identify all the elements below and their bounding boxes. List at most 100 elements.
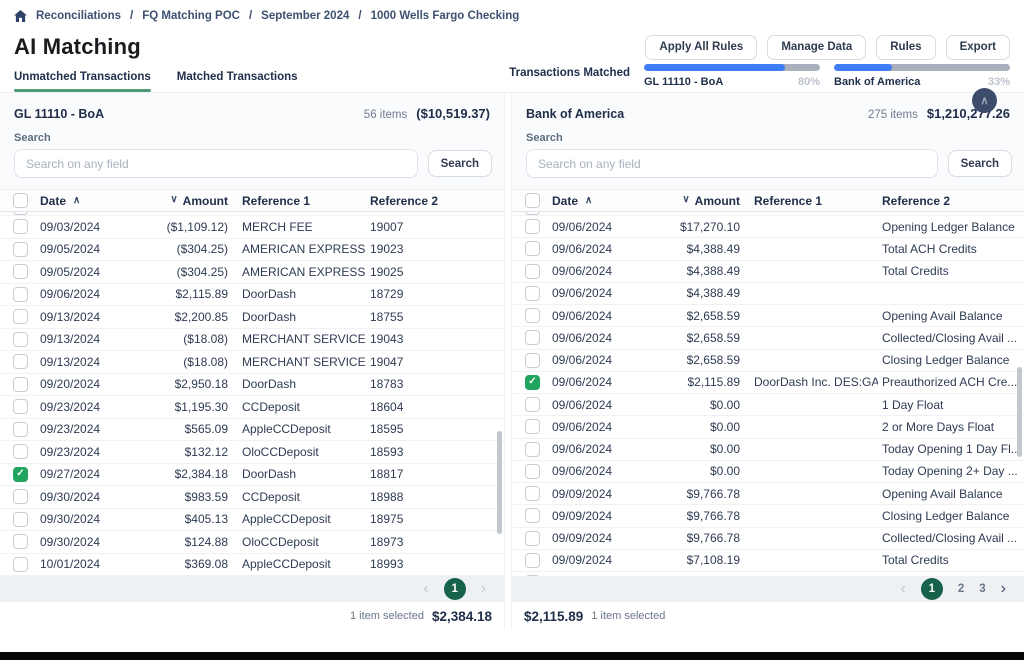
breadcrumb-item-fq-matching-poc[interactable]: FQ Matching POC [142,10,240,22]
row-checkbox[interactable] [525,508,540,523]
table-row[interactable]: 09/23/2024$565.09AppleCCDeposit18595 [0,419,504,442]
search-input[interactable] [14,149,418,178]
column-header-reference1[interactable]: Reference 1 [740,194,878,208]
row-checkbox[interactable] [525,353,540,368]
search-button[interactable]: Search [428,150,492,177]
table-row[interactable]: 09/06/2024$0.002 or More Days Float [512,416,1024,438]
table-row[interactable]: 09/30/2024$983.59CCDeposit18988 [0,486,504,509]
table-row[interactable]: 09/06/2024$4,388.49Total Credits [512,261,1024,283]
row-checkbox[interactable] [525,553,540,568]
row-checkbox[interactable] [13,332,28,347]
table-row[interactable]: 09/13/2024$2,200.85DoorDash18755 [0,306,504,329]
page-button[interactable]: 2 [958,583,964,595]
row-checkbox[interactable] [13,534,28,549]
column-header-date[interactable]: Date ∧ [40,194,136,208]
select-all-checkbox[interactable] [13,193,28,208]
search-input[interactable] [526,149,938,178]
scroll-to-top-button[interactable]: ∧ [972,88,997,113]
table-row[interactable]: 09/06/2024$17,270.10Opening Ledger Balan… [512,216,1024,238]
row-checkbox[interactable] [525,464,540,479]
table-row[interactable]: 09/09/2024$7,108.19Total Credits [512,550,1024,572]
column-header-amount[interactable]: ∨ Amount [648,194,740,208]
row-checkbox[interactable] [13,422,28,437]
column-header-date[interactable]: Date ∧ [552,194,648,208]
table-row[interactable]: 09/06/2024$2,658.59Opening Avail Balance [512,305,1024,327]
row-checkbox[interactable] [525,486,540,501]
tab-unmatched-transactions[interactable]: Unmatched Transactions [14,65,151,92]
row-checkbox[interactable] [13,399,28,414]
row-checkbox[interactable] [525,419,540,434]
row-checkbox[interactable]: ✓ [13,467,28,482]
table-row[interactable]: 09/13/2024($18.08)MERCHANT SERVICE DE...… [0,351,504,374]
table-row[interactable]: ✓09/06/2024$2,115.89DoorDash Inc. DES:GA… [512,372,1024,394]
row-checkbox[interactable]: ✓ [525,375,540,390]
row-checkbox[interactable] [13,377,28,392]
row-checkbox[interactable] [13,242,28,257]
row-checkbox[interactable] [13,354,28,369]
column-header-reference2[interactable]: Reference 2 [366,194,504,208]
row-checkbox[interactable] [525,264,540,279]
row-checkbox[interactable] [13,512,28,527]
breadcrumb-item-reconciliations[interactable]: Reconciliations [36,10,121,22]
rules-button[interactable]: Rules [876,35,935,60]
table-row[interactable]: 09/05/2024($304.25)AMERICAN EXPRESS DE..… [0,261,504,284]
table-row[interactable]: 09/09/2024$9,766.78Opening Avail Balance [512,483,1024,505]
row-checkbox[interactable] [525,241,540,256]
table-row[interactable]: 09/06/2024$0.001 Day Float [512,394,1024,416]
table-row[interactable]: 09/23/2024$1,195.30CCDeposit18604 [0,396,504,419]
table-header: Date ∧ ∨ Amount Reference 1 Reference 2 [0,189,504,212]
row-checkbox[interactable] [13,309,28,324]
table-row[interactable]: 09/30/2024$405.13AppleCCDeposit18975 [0,509,504,532]
row-checkbox[interactable] [13,489,28,504]
page-button[interactable]: 3 [979,583,985,595]
row-checkbox[interactable] [13,557,28,572]
table-row[interactable]: ✓09/27/2024$2,384.18DoorDash18817 [0,464,504,487]
column-header-reference1[interactable]: Reference 1 [228,194,366,208]
table-row[interactable]: 09/05/2024($304.25)AMERICAN EXPRESS DE..… [0,239,504,262]
row-checkbox[interactable] [525,442,540,457]
table-row[interactable]: 09/06/2024$4,388.49 [512,283,1024,305]
apply-all-rules-button[interactable]: Apply All Rules [645,35,757,60]
table-row[interactable]: 09/09/2024$9,766.78Collected/Closing Ava… [512,528,1024,550]
export-button[interactable]: Export [946,35,1010,60]
vertical-scrollbar[interactable] [497,431,502,534]
row-checkbox[interactable] [525,531,540,546]
row-checkbox[interactable] [13,444,28,459]
select-all-checkbox[interactable] [525,193,540,208]
next-page-icon[interactable]: › [1001,581,1006,597]
table-row[interactable]: 09/09/2024$9,766.78Closing Ledger Balanc… [512,505,1024,527]
table-row[interactable]: 09/13/2024($18.08)MERCHANT SERVICE DE...… [0,329,504,352]
manage-data-button[interactable]: Manage Data [767,35,866,60]
table-row[interactable]: 09/06/2024$2,658.59Collected/Closing Ava… [512,327,1024,349]
tab-matched-transactions[interactable]: Matched Transactions [177,65,298,92]
column-header-amount[interactable]: ∨ Amount [136,194,228,208]
table-row[interactable]: 09/20/2024$2,950.18DoorDash18783 [0,374,504,397]
column-header-reference2[interactable]: Reference 2 [878,194,1024,208]
vertical-scrollbar[interactable] [1017,367,1022,457]
cell-ref1: AppleCCDeposit [228,422,366,436]
breadcrumb-item-september-2024[interactable]: September 2024 [261,10,349,22]
table-row[interactable]: 09/06/2024$2,658.59Closing Ledger Balanc… [512,350,1024,372]
row-checkbox[interactable] [525,397,540,412]
table-row[interactable]: 09/06/2024$0.00Today Opening 2+ Day ... [512,461,1024,483]
breadcrumb-item-account[interactable]: 1000 Wells Fargo Checking [371,10,520,22]
row-checkbox[interactable] [13,219,28,234]
row-checkbox[interactable] [525,330,540,345]
table-row[interactable]: 09/06/2024$0.00Today Opening 1 Day Fl... [512,439,1024,461]
table-row[interactable]: 09/03/2024($1,109.12)MERCH FEE19007 [0,216,504,239]
row-checkbox[interactable] [525,219,540,234]
table-row[interactable]: 09/06/2024$2,115.89DoorDash18729 [0,284,504,307]
row-checkbox[interactable] [525,308,540,323]
table-row[interactable]: 09/30/2024$124.88OloCCDeposit18973 [0,531,504,554]
table-row[interactable]: 10/01/2024$369.08AppleCCDeposit18993 [0,554,504,577]
table-row[interactable]: 09/06/2024$4,388.49Total ACH Credits [512,238,1024,260]
search-button[interactable]: Search [948,150,1012,177]
page-button[interactable]: 1 [921,578,943,600]
row-checkbox[interactable] [13,287,28,302]
row-checkbox[interactable] [13,264,28,279]
row-checkbox[interactable] [525,286,540,301]
table-row[interactable]: 09/23/2024$132.12OloCCDeposit18593 [0,441,504,464]
page-title: AI Matching [14,34,141,60]
page-button[interactable]: 1 [444,578,466,600]
home-icon[interactable] [14,10,27,22]
